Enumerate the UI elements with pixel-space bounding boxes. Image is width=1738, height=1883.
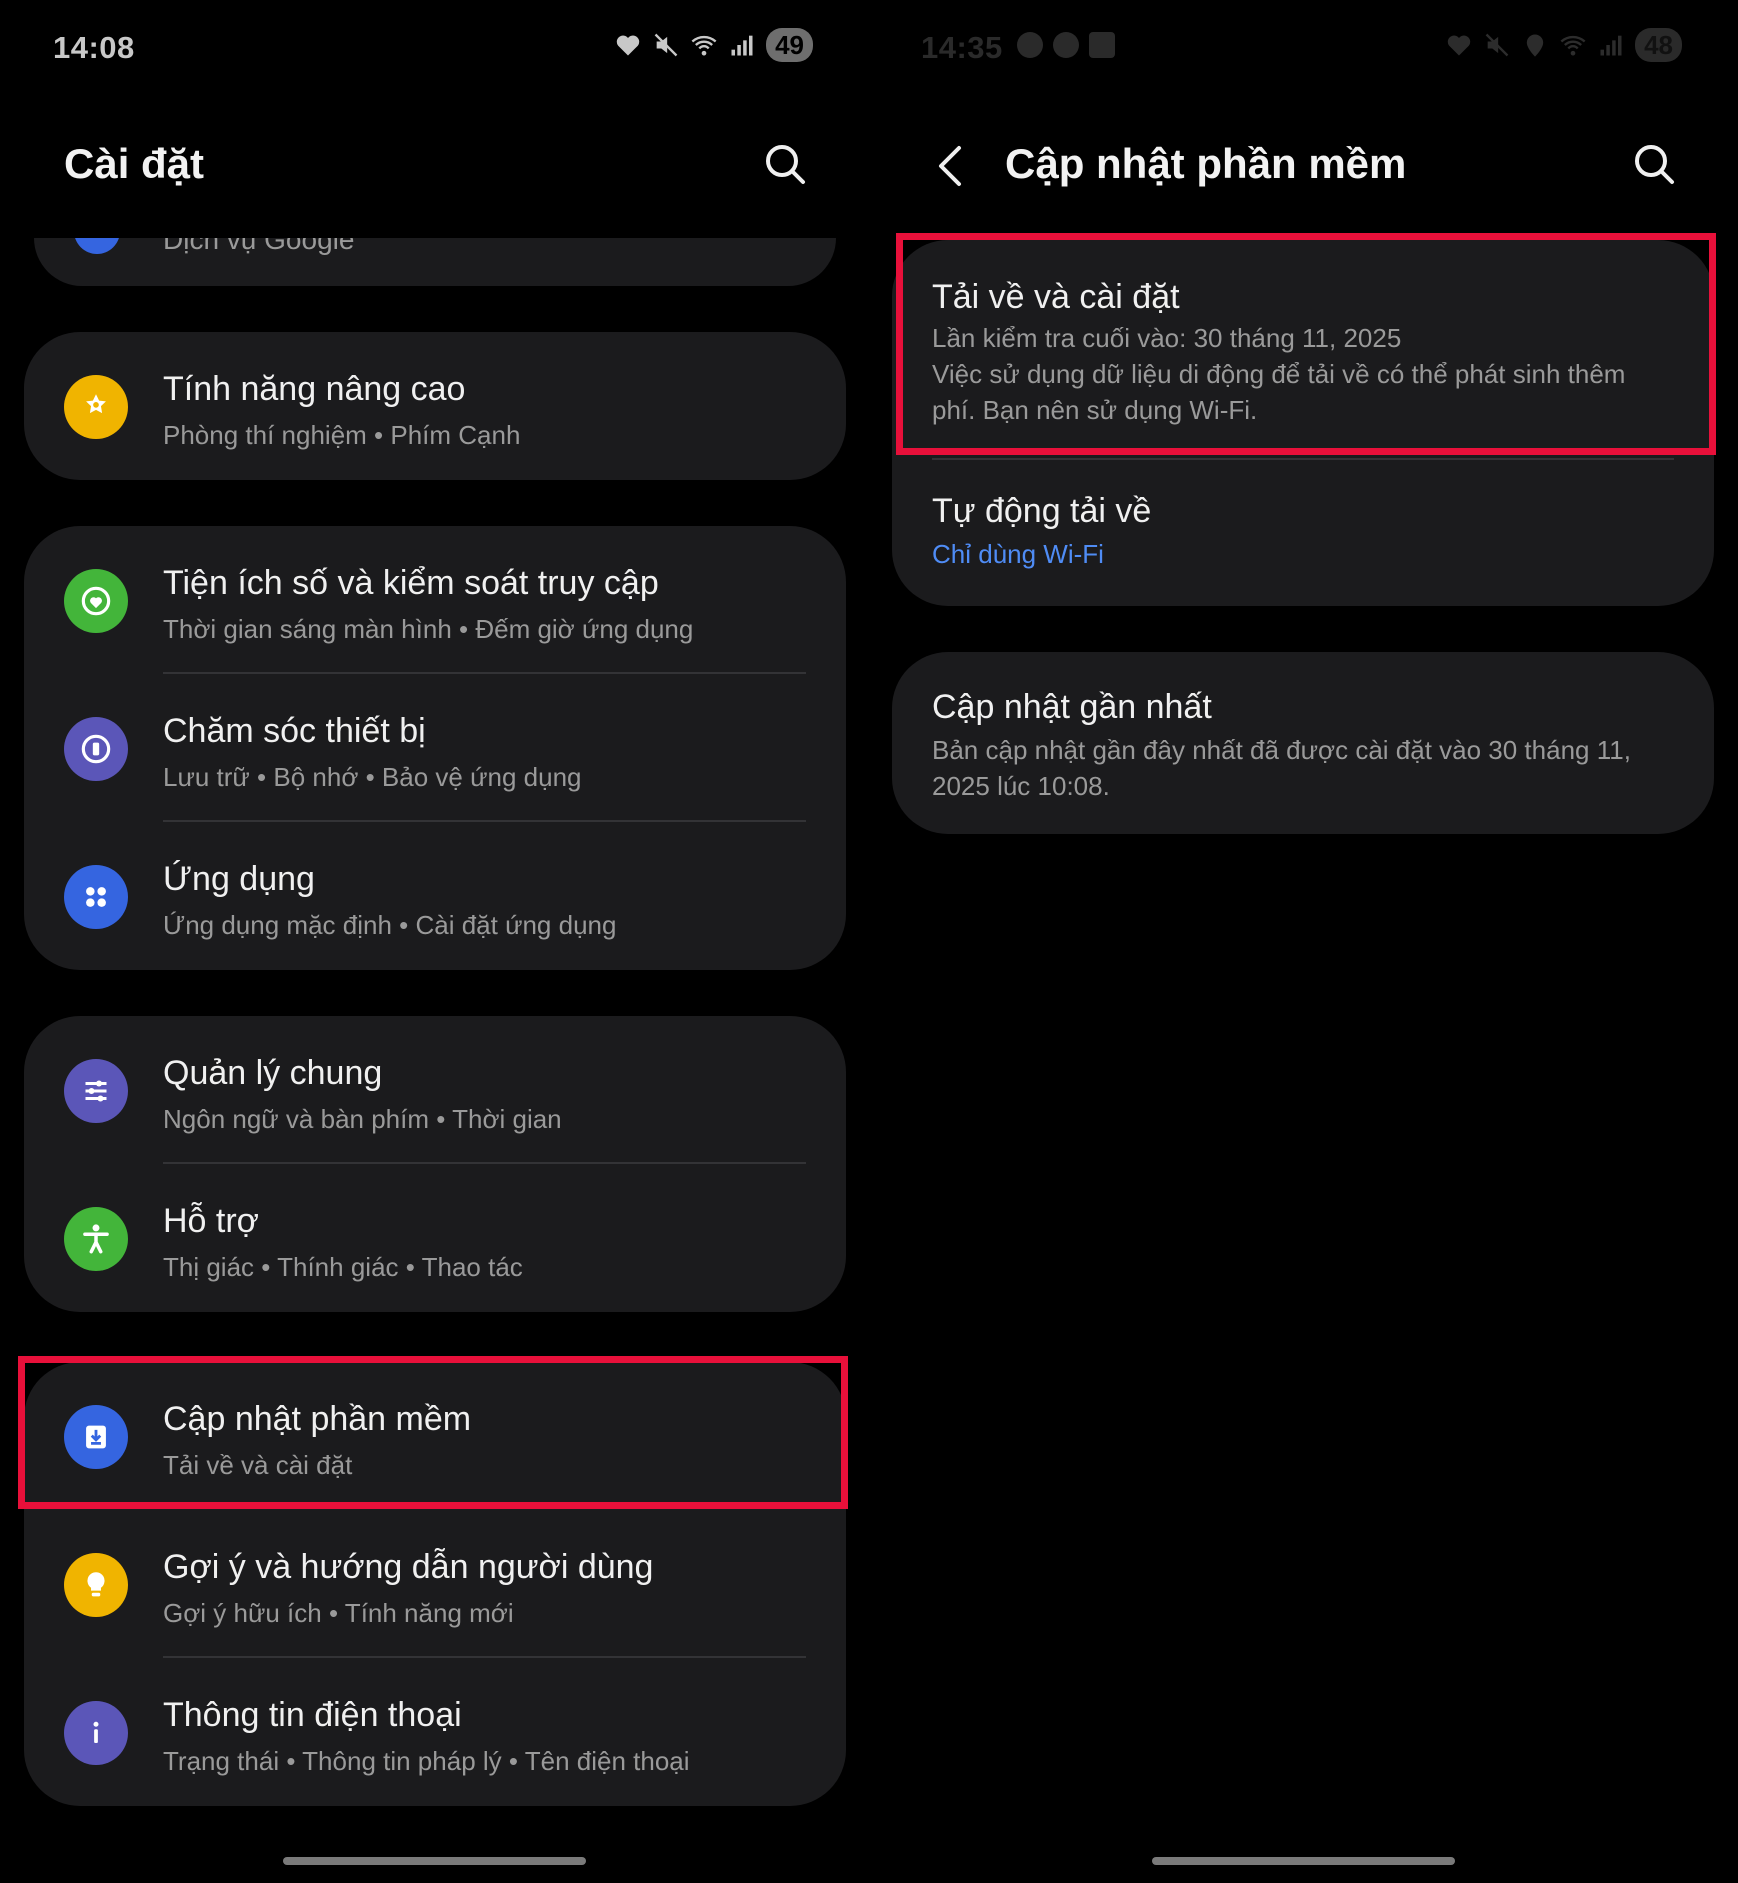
wifi-icon xyxy=(1560,35,1586,56)
auto-download-value: Chỉ dùng Wi-Fi xyxy=(932,539,1104,569)
home-indicator[interactable] xyxy=(1152,1857,1455,1865)
screenshot-icon xyxy=(1089,32,1115,58)
battery-indicator: 48 xyxy=(1635,28,1682,62)
general-management-icon xyxy=(64,1059,128,1123)
google-services-item-partial[interactable]: Dịch vụ Google xyxy=(34,238,836,286)
back-arrow-icon[interactable] xyxy=(931,142,971,190)
mute-icon xyxy=(1485,33,1509,57)
battery-indicator: 49 xyxy=(766,28,813,62)
about-phone-icon xyxy=(64,1701,128,1765)
settings-item-device-care[interactable]: Chăm sóc thiết bị Lưu trữ • Bộ nhớ • Bảo… xyxy=(24,674,846,822)
status-bar: 14:08 49 xyxy=(0,28,869,68)
settings-item-apps[interactable]: Ứng dụng Ứng dụng mặc định • Cài đặt ứng… xyxy=(24,822,846,970)
settings-group-wellbeing: Tiện ích số và kiểm soát truy cập Thời g… xyxy=(24,526,846,970)
heart-icon xyxy=(616,35,640,56)
highlight-box-download-install xyxy=(896,233,1716,455)
location-icon xyxy=(1526,34,1544,57)
messenger-icon xyxy=(1017,32,1043,58)
home-indicator[interactable] xyxy=(283,1857,586,1865)
settings-group-advanced: Tính năng nâng cao Phòng thí nghiệm • Ph… xyxy=(24,332,846,480)
page-title: Cập nhật phần mềm xyxy=(1005,140,1407,187)
status-bar: 14:35 48 xyxy=(869,28,1738,68)
highlight-box-software-update xyxy=(18,1356,848,1509)
google-icon xyxy=(74,238,120,254)
status-time: 14:35 xyxy=(921,30,1003,65)
last-update-card: Cập nhật gần nhất Bản cập nhật gần đây n… xyxy=(892,652,1714,834)
settings-screen: 14:08 49 Cài đặt Dịch vụ Google Tính năn… xyxy=(0,0,869,1883)
tips-icon xyxy=(64,1553,128,1617)
settings-group-general: Quản lý chung Ngôn ngữ và bàn phím • Thờ… xyxy=(24,1016,846,1312)
software-update-header: Cập nhật phần mềm xyxy=(869,130,1738,200)
settings-header: Cài đặt xyxy=(0,130,869,200)
settings-item-tips[interactable]: Gợi ý và hướng dẫn người dùng Gợi ý hữu … xyxy=(24,1510,846,1658)
settings-item-advanced-features[interactable]: Tính năng nâng cao Phòng thí nghiệm • Ph… xyxy=(24,332,846,480)
settings-item-general-management[interactable]: Quản lý chung Ngôn ngữ và bàn phím • Thờ… xyxy=(24,1016,846,1164)
auto-download-item[interactable]: Tự động tải về Chỉ dùng Wi-Fi xyxy=(892,460,1714,572)
signal-icon xyxy=(731,35,753,56)
settings-item-accessibility[interactable]: Hỗ trợ Thị giác • Thính giác • Thao tác xyxy=(24,1164,846,1312)
messenger-icon xyxy=(1053,32,1079,58)
signal-icon xyxy=(1600,35,1622,56)
heart-icon xyxy=(1447,35,1471,56)
settings-item-digital-wellbeing[interactable]: Tiện ích số và kiểm soát truy cập Thời g… xyxy=(24,526,846,674)
advanced-features-icon xyxy=(64,375,128,439)
wifi-icon xyxy=(691,35,717,56)
settings-item-about-phone[interactable]: Thông tin điện thoại Trạng thái • Thông … xyxy=(24,1658,846,1806)
mute-icon xyxy=(654,33,678,57)
search-icon[interactable] xyxy=(761,140,809,188)
accessibility-icon xyxy=(64,1207,128,1271)
apps-icon xyxy=(64,865,128,929)
search-icon[interactable] xyxy=(1630,140,1678,188)
device-care-icon xyxy=(64,717,128,781)
status-time: 14:08 xyxy=(53,30,135,65)
page-title: Cài đặt xyxy=(64,140,205,187)
last-update-item[interactable]: Cập nhật gần nhất Bản cập nhật gần đây n… xyxy=(892,652,1714,804)
digital-wellbeing-icon xyxy=(64,569,128,633)
